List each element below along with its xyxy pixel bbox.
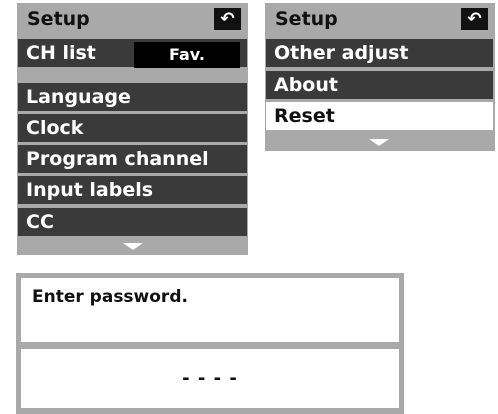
menu-item-about[interactable]: About [266,71,493,99]
password-prompt-box: Enter password. [21,278,399,342]
menu-item-label: About [274,74,338,96]
back-arrow-icon[interactable]: ↶ [214,8,241,30]
menu-item-label: CC [26,211,54,233]
menu-item-clock[interactable]: Clock [18,114,247,142]
menu-item-label: Reset [274,105,335,127]
menu-item-label: Input labels [26,179,154,201]
menu-item-cc[interactable]: CC [18,208,247,236]
menu-item-program-channel[interactable]: Program channel [18,145,247,173]
menu-item-other-adjust[interactable]: Other adjust [266,39,493,67]
password-dialog: Enter password. - - - - [16,273,404,414]
menu-item-input-labels[interactable]: Input labels [18,176,247,204]
scroll-down-icon[interactable] [369,139,389,146]
menu-item-reset[interactable]: Reset [266,102,493,130]
ch-list-label: CH list [26,42,96,64]
back-arrow-icon[interactable]: ↶ [461,8,488,30]
menu-item-label: Language [26,86,131,108]
menu-item-label: Program channel [26,148,209,170]
ch-list-value[interactable]: Fav. [134,42,240,68]
left-setup-menu: Setup ↶ CH list Fav. Language Clock Prog… [17,3,248,255]
scroll-down-icon[interactable] [123,243,143,250]
password-input[interactable]: - - - - [21,349,399,408]
right-setup-menu: Setup ↶ Other adjust About Reset [265,3,495,151]
password-value: - - - - [182,368,238,389]
menu-item-label: Clock [26,117,84,139]
password-prompt: Enter password. [32,287,188,307]
menu-item-language[interactable]: Language [18,83,247,111]
menu-item-label: Other adjust [274,42,409,64]
